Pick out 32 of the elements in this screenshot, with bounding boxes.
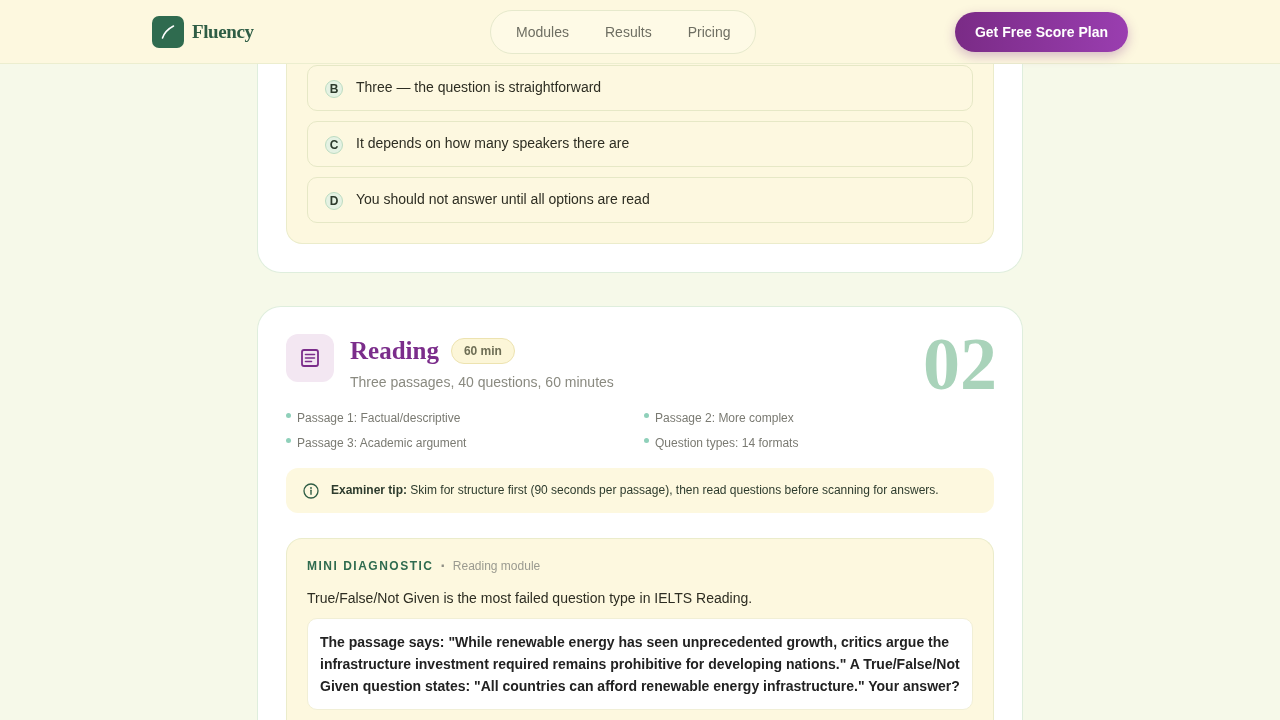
option-letter: C: [325, 135, 343, 154]
point-text: Passage 1: Factual/descriptive: [297, 410, 461, 427]
module-subtitle: Three passages, 40 questions, 60 minutes: [350, 374, 614, 391]
module-title: Reading: [350, 338, 439, 364]
option-letter: B: [325, 79, 343, 98]
answer-option[interactable]: C It depends on how many speakers there are: [307, 121, 973, 167]
diagnostic-label: MINI DIAGNOSTIC: [307, 559, 434, 573]
question-card: The passage says: "While renewable energy has seen unprecedented growth, critics argue the infrastructure investment required remains prohibitive for developing nations." A True/False/Not Given question states: "All countries can afford renewable energy infrastructure." Your answer?: [307, 618, 973, 710]
bullet-icon: [644, 413, 649, 418]
bullet-icon: [286, 438, 291, 443]
cta-button[interactable]: Get Free Score Plan: [954, 11, 1128, 52]
logo-text: Fluency: [192, 20, 254, 43]
duration-badge: 60 min: [450, 338, 515, 364]
logo-icon: [152, 15, 184, 48]
tip-text: Examiner tip: Skim for structure first (90 seconds per passage), then read questions before scanning for answers.: [331, 482, 939, 499]
option-letter: D: [325, 191, 343, 210]
bullet-icon: [286, 413, 291, 418]
info-icon: [303, 482, 319, 499]
document-icon: [286, 334, 334, 382]
point-text: Question types: 14 formats: [655, 435, 799, 452]
answer-option[interactable]: D You should not answer until all options are read: [307, 177, 973, 223]
module-number: 02: [923, 334, 997, 394]
answer-option[interactable]: B Three — the question is straightforward: [307, 65, 973, 111]
nav-link[interactable]: Pricing: [687, 23, 731, 40]
point-text: Passage 2: More complex: [655, 410, 794, 427]
label-separator: ·: [440, 559, 446, 573]
nav-link[interactable]: Modules: [516, 23, 569, 40]
diagnostic-module: Reading module: [452, 559, 541, 573]
nav-link[interactable]: Results: [605, 23, 652, 40]
point-text: Passage 3: Academic argument: [297, 435, 467, 452]
diagnostic-prompt: True/False/Not Given is the most failed question type in IELTS Reading.: [307, 589, 754, 607]
bullet-icon: [644, 438, 649, 443]
